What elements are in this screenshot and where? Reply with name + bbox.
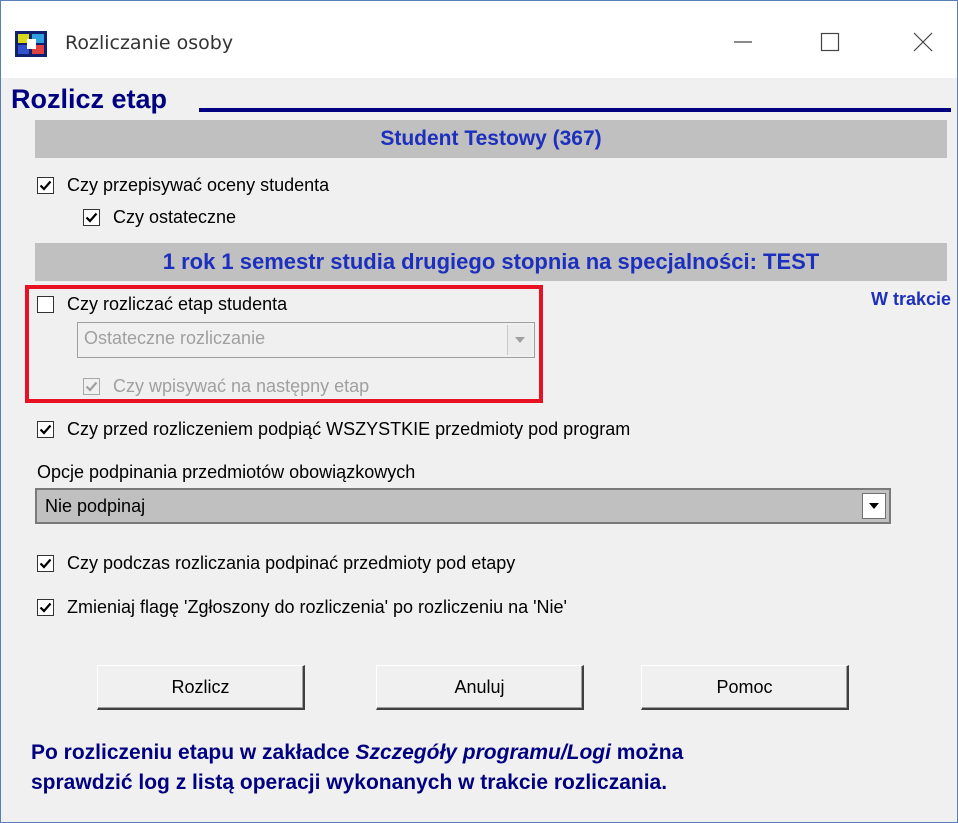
change-flag-option[interactable]: Zmieniaj flagę 'Zgłoszony do rozliczenia…	[37, 597, 567, 618]
page-title: Rozlicz etap	[11, 84, 168, 114]
copy-grades-option[interactable]: Czy przepisywać oceny studenta	[37, 175, 329, 196]
student-band: Student Testowy (367)	[35, 120, 947, 158]
title-bar: Rozliczanie osoby	[1, 1, 957, 78]
attach-all-label: Czy przed rozliczeniem podpiąć WSZYSTKIE…	[67, 419, 631, 439]
window-title: Rozliczanie osoby	[65, 32, 234, 54]
attach-all-checkbox[interactable]	[37, 421, 54, 438]
stage-band: 1 rok 1 semestr studia drugiego stopnia …	[35, 243, 947, 281]
attach-stages-option[interactable]: Czy podczas rozliczania podpinać przedmi…	[37, 553, 515, 574]
change-flag-label: Zmieniaj flagę 'Zgłoszony do rozliczenia…	[67, 597, 567, 617]
minimize-icon	[734, 41, 752, 43]
info-text-part2: można	[610, 741, 684, 764]
highlight-box	[25, 285, 543, 403]
mandatory-options-label: Opcje podpinania przedmiotów obowiązkowy…	[37, 462, 416, 482]
checkmark-icon	[39, 558, 52, 569]
dropdown-arrow-button[interactable]	[862, 493, 886, 519]
maximize-button[interactable]	[805, 19, 855, 65]
minimize-button[interactable]	[718, 19, 768, 65]
close-button[interactable]	[898, 19, 948, 65]
info-text-line2: sprawdzić log z listą operacji wykonanyc…	[31, 771, 668, 794]
chevron-down-icon	[869, 503, 879, 509]
checkmark-icon	[39, 424, 52, 435]
final-checkbox[interactable]	[83, 209, 100, 226]
close-icon	[913, 32, 933, 52]
checkmark-icon	[85, 212, 98, 223]
final-label: Czy ostateczne	[113, 207, 237, 227]
checkmark-icon	[39, 602, 52, 613]
app-icon	[15, 31, 47, 57]
dialog-content: Rozlicz etap Student Testowy (367) Czy p…	[1, 78, 957, 822]
settle-button[interactable]: Rozlicz	[97, 665, 305, 710]
change-flag-checkbox[interactable]	[37, 599, 54, 616]
help-button[interactable]: Pomoc	[641, 665, 849, 710]
attach-stages-checkbox[interactable]	[37, 555, 54, 572]
mandatory-options-value: Nie podpinaj	[45, 496, 146, 516]
info-note: Po rozliczeniu etapu w zakładce Szczegół…	[31, 738, 951, 798]
checkmark-icon	[39, 180, 52, 191]
attach-all-option[interactable]: Czy przed rozliczeniem podpiąć WSZYSTKIE…	[37, 419, 630, 440]
attach-stages-label: Czy podczas rozliczania podpinać przedmi…	[67, 553, 516, 573]
stage-status: W trakcie	[870, 289, 951, 309]
copy-grades-checkbox[interactable]	[37, 177, 54, 194]
maximize-icon	[820, 32, 840, 52]
cancel-button[interactable]: Anuluj	[376, 665, 584, 710]
mandatory-options-select[interactable]: Nie podpinaj	[35, 488, 891, 524]
final-option[interactable]: Czy ostateczne	[83, 207, 236, 228]
heading-rule	[199, 108, 951, 112]
copy-grades-label: Czy przepisywać oceny studenta	[67, 175, 330, 195]
info-text-italic: Szczegóły programu/Logi	[355, 741, 611, 764]
info-text-part1: Po rozliczeniu etapu w zakładce	[31, 741, 356, 764]
dialog-window: Rozliczanie osoby Rozlicz etap Student T…	[0, 0, 958, 823]
